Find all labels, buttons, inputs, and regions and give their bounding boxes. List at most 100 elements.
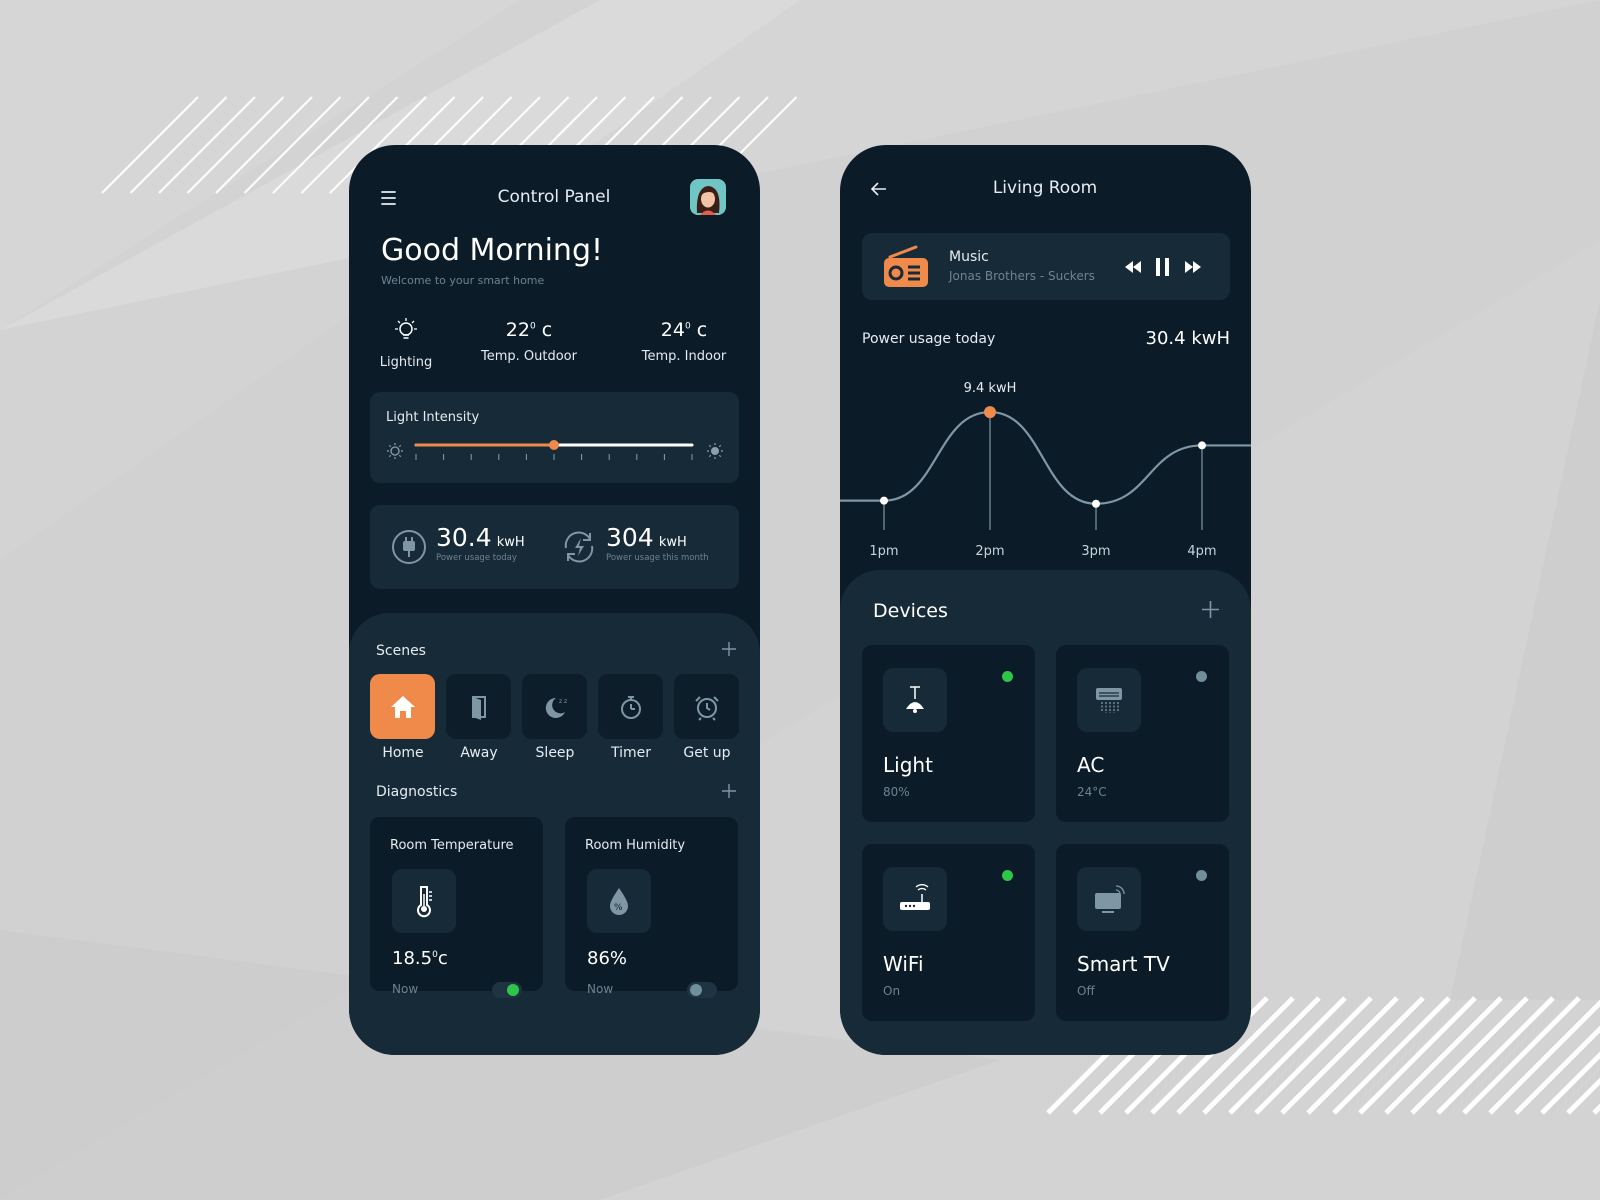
add-scene-icon[interactable]: [722, 642, 736, 656]
pause-icon[interactable]: [1155, 257, 1171, 277]
diagnostics-title: Diagnostics: [376, 784, 458, 800]
device-name: AC: [1077, 753, 1105, 777]
scene-away-button[interactable]: [446, 674, 511, 739]
add-device-icon[interactable]: [1202, 601, 1219, 618]
temperature-toggle[interactable]: [492, 982, 522, 998]
diagnostic-unit: c: [437, 948, 448, 969]
light-intensity-card: Light Intensity: [370, 392, 739, 483]
fast-forward-icon[interactable]: [1184, 260, 1202, 274]
power-label: Power usage this month: [606, 553, 709, 563]
music-title: Music: [949, 249, 989, 265]
chart-x-tick-label: 4pm: [1187, 544, 1216, 559]
greeting: Good Morning!: [381, 233, 604, 268]
light-intensity-slider[interactable]: [414, 438, 694, 464]
power-label: Power usage today: [436, 553, 517, 563]
scene-get-up-button[interactable]: [674, 674, 739, 739]
radio-icon: [884, 245, 928, 287]
device-card-light[interactable]: Light 80%: [862, 645, 1035, 822]
smart-tv-icon: [1095, 885, 1125, 913]
diagnostic-title: Room Temperature: [390, 838, 514, 853]
music-track: Jonas Brothers - Suckers: [949, 269, 1095, 283]
stat-temp-indoor: 240 c Temp. Indoor: [629, 319, 739, 364]
scene-label: Timer: [610, 745, 652, 761]
device-status: 80%: [883, 785, 910, 799]
degree-sup: 0: [529, 321, 536, 332]
stat-unit: c: [696, 319, 708, 341]
scene-label: Sleep: [535, 745, 575, 761]
device-name: Light: [883, 753, 933, 777]
device-name: Smart TV: [1077, 952, 1170, 976]
user-avatar-icon: [696, 186, 720, 215]
thermometer-icon: [417, 886, 432, 918]
chart-data-point[interactable]: [1092, 499, 1100, 508]
light-intensity-label: Light Intensity: [386, 410, 480, 425]
stat-value: 24: [660, 319, 685, 341]
rewind-icon[interactable]: [1124, 260, 1142, 274]
diagnostic-value: 86%: [587, 948, 628, 969]
status-indicator: [1196, 671, 1207, 682]
air-conditioner-icon: [1096, 688, 1122, 713]
status-indicator: [1196, 870, 1207, 881]
power-usage-label: Power usage today: [862, 331, 996, 347]
power-value: 304: [606, 523, 654, 552]
back-arrow-icon[interactable]: [870, 181, 888, 197]
diagnostic-card-temperature[interactable]: Room Temperature 18.50c Now: [370, 817, 543, 998]
scene-sleep-button[interactable]: z z: [522, 674, 587, 739]
living-room-screen: Living Room Music Jonas Brothers - Sucke…: [840, 145, 1251, 1055]
scene-home-button[interactable]: [370, 674, 435, 739]
device-card-ac[interactable]: AC 24°C: [1056, 645, 1229, 822]
status-indicator: [1002, 671, 1013, 682]
stat-label: Temp. Outdoor: [481, 349, 577, 364]
device-icon-tile: [883, 668, 947, 732]
add-diagnostic-icon[interactable]: [722, 784, 736, 798]
power-usage-series-line: [840, 410, 1251, 505]
power-today: 30.4 kwH Power usage today: [436, 523, 525, 563]
humidity-drop-icon: %: [610, 888, 628, 915]
router-icon: [900, 884, 930, 910]
power-summary-card: 30.4 kwH Power usage today 304 kwH Power…: [370, 505, 739, 589]
bulb-icon: [395, 318, 417, 339]
svg-text:%: %: [614, 903, 623, 913]
svg-text:z z: z z: [559, 698, 567, 705]
degree-sup: 0: [684, 321, 691, 332]
chart-x-tick-label: 2pm: [975, 544, 1004, 559]
power-month: 304 kwH Power usage this month: [606, 523, 709, 563]
device-icon-tile: [883, 867, 947, 931]
control-panel-screen: Control Panel Good Morning! Welcome to y…: [349, 145, 760, 1055]
device-status: Off: [1077, 984, 1095, 998]
scene-label: Home: [382, 745, 424, 761]
alarm-clock-icon: [694, 695, 719, 721]
home-icon: [390, 695, 415, 718]
chart-data-point[interactable]: [1198, 441, 1206, 450]
power-refresh-icon: [564, 531, 594, 563]
device-icon-tile: [1077, 668, 1141, 732]
chart-data-point[interactable]: [880, 496, 888, 505]
humidity-toggle[interactable]: [687, 982, 717, 998]
scene-label: Get up: [683, 745, 731, 761]
diagnostic-icon-tile: [392, 869, 456, 933]
stat-temp-outdoor: 220 c Temp. Outdoor: [474, 319, 584, 364]
scene-label: Away: [460, 745, 498, 761]
door-icon: [471, 695, 486, 720]
chart-x-tick-label: 1pm: [869, 544, 898, 559]
stat-lighting[interactable]: Lighting: [366, 316, 446, 370]
ceiling-lamp-icon: [906, 686, 924, 713]
brightness-high-icon: [707, 443, 723, 459]
device-name: WiFi: [883, 952, 924, 976]
diagnostic-card-humidity[interactable]: Room Humidity % 86% Now: [565, 817, 738, 998]
music-player-card[interactable]: Music Jonas Brothers - Suckers: [862, 233, 1230, 300]
device-status: On: [883, 984, 901, 998]
device-card-smart-tv[interactable]: Smart TV Off: [1056, 844, 1229, 1021]
plug-icon: [392, 530, 426, 564]
device-card-wifi[interactable]: WiFi On: [862, 844, 1035, 1021]
menu-icon[interactable]: [381, 190, 397, 206]
scenes-title: Scenes: [376, 643, 426, 659]
slider-knob[interactable]: [549, 440, 559, 450]
diagnostic-time: Now: [392, 982, 419, 996]
devices-title: Devices: [873, 600, 948, 622]
chart-data-point[interactable]: [984, 406, 996, 419]
avatar[interactable]: [690, 179, 726, 215]
power-unit: kwH: [658, 535, 687, 550]
scene-timer-button[interactable]: [598, 674, 663, 739]
chart-peak-annotation: 9.4 kwH: [964, 381, 1017, 396]
